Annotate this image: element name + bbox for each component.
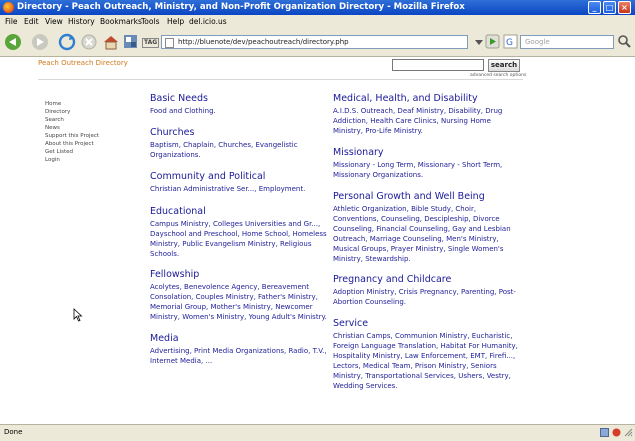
search-placeholder: Google — [525, 38, 550, 46]
category-heading[interactable]: Personal Growth and Well Being — [333, 191, 521, 203]
go-icon[interactable] — [485, 34, 500, 49]
svg-text:G: G — [506, 38, 513, 48]
menu-edit[interactable]: Edit — [24, 15, 39, 29]
forward-arrow-icon[interactable] — [30, 33, 50, 51]
category-links[interactable]: Adoption Ministry, Crisis Pregnancy, Par… — [333, 287, 521, 307]
category-links[interactable]: A.I.D.S. Outreach, Deaf Ministry, Disabi… — [333, 106, 521, 136]
window-titlebar[interactable]: Directory - Peach Outreach, Ministry, an… — [0, 0, 635, 15]
category-heading[interactable]: Churches — [150, 127, 332, 139]
category-missionary: Missionary Missionary - Long Term, Missi… — [333, 147, 521, 180]
maximize-icon[interactable]: □ — [603, 1, 616, 14]
category-heading[interactable]: Service — [333, 318, 521, 330]
site-search-button[interactable]: search — [488, 59, 520, 72]
category-links[interactable]: Christian Camps, Communion Ministry, Euc… — [333, 331, 521, 391]
stop-icon[interactable] — [80, 33, 98, 51]
nav-directory[interactable]: Directory — [45, 108, 99, 116]
category-heading[interactable]: Pregnancy and Childcare — [333, 274, 521, 286]
nav-about[interactable]: About this Project — [45, 140, 99, 148]
menu-bookmarks[interactable]: Bookmarks — [100, 15, 142, 29]
category-heading[interactable]: Community and Political — [150, 171, 332, 183]
category-links[interactable]: Baptism, Chaplain, Churches, Evangelisti… — [150, 140, 332, 160]
category-community-political: Community and Political Christian Admini… — [150, 171, 332, 194]
search-engine-icon[interactable]: G — [503, 34, 518, 49]
category-heading[interactable]: Media — [150, 333, 332, 345]
adblock-icon[interactable] — [612, 428, 621, 437]
category-heading[interactable]: Basic Needs — [150, 93, 332, 105]
category-heading[interactable]: Educational — [150, 206, 332, 218]
nav-news[interactable]: News — [45, 124, 99, 132]
category-links[interactable]: Missionary - Long Term, Missionary - Sho… — [333, 160, 521, 180]
status-bar: Done — [0, 424, 635, 441]
category-medical-health: Medical, Health, and Disability A.I.D.S.… — [333, 93, 521, 136]
menu-help[interactable]: Help — [167, 15, 184, 29]
menu-view[interactable]: View — [45, 15, 63, 29]
nav-support[interactable]: Support this Project — [45, 132, 99, 140]
page-icon — [165, 38, 174, 48]
category-fellowship: Fellowship Acolytes, Benevolence Agency,… — [150, 269, 332, 322]
menu-bar: File Edit View History Bookmarks Tools H… — [0, 15, 635, 29]
category-educational: Educational Campus Ministry, Colleges Un… — [150, 206, 332, 259]
site-brand[interactable]: Peach Outreach Directory — [38, 59, 128, 67]
nav-home[interactable]: Home — [45, 100, 99, 108]
category-heading[interactable]: Missionary — [333, 147, 521, 159]
browser-search-input[interactable]: Google — [520, 35, 614, 49]
category-links[interactable]: Athletic Organization, Bible Study, Choi… — [333, 204, 521, 264]
page-content: Peach Outreach Directory search advanced… — [0, 57, 635, 424]
site-nav: Home Directory Search News Support this … — [45, 100, 99, 164]
nav-login[interactable]: Login — [45, 156, 99, 164]
status-text: Done — [4, 428, 23, 436]
window-title: Directory - Peach Outreach, Ministry, an… — [17, 2, 465, 12]
menu-file[interactable]: File — [5, 15, 18, 29]
home-icon[interactable] — [102, 33, 120, 51]
menu-history[interactable]: History — [68, 15, 95, 29]
category-links[interactable]: Campus Ministry, Colleges Universities a… — [150, 219, 332, 259]
category-links[interactable]: Acolytes, Benevolence Agency, Bereavemen… — [150, 282, 332, 322]
url-bar[interactable]: http://bluenote/dev/peachoutreach/direct… — [161, 35, 468, 49]
dropdown-arrow-icon[interactable] — [472, 35, 486, 49]
category-heading[interactable]: Medical, Health, and Disability — [333, 93, 521, 105]
reload-icon[interactable] — [58, 33, 76, 51]
category-links[interactable]: Advertising, Print Media Organizations, … — [150, 346, 332, 366]
tag-icon[interactable]: TAG — [142, 38, 160, 48]
advanced-search-link[interactable]: advanced search options — [470, 73, 526, 78]
url-text: http://bluenote/dev/peachoutreach/direct… — [178, 38, 349, 46]
menu-tools[interactable]: Tools — [141, 15, 159, 29]
category-links[interactable]: Food and Clothing. — [150, 106, 332, 116]
minimize-icon[interactable]: _ — [588, 1, 601, 14]
close-icon[interactable]: × — [618, 1, 631, 14]
search-icon[interactable] — [617, 34, 632, 49]
nav-get-listed[interactable]: Get Listed — [45, 148, 99, 156]
mouse-cursor-icon — [73, 308, 83, 322]
header-divider — [38, 79, 523, 80]
bookmark-icon[interactable] — [123, 34, 138, 49]
category-personal-growth: Personal Growth and Well Being Athletic … — [333, 191, 521, 264]
resize-grip-icon[interactable] — [624, 428, 633, 437]
site-search-input[interactable] — [392, 59, 484, 71]
firefox-icon — [3, 2, 14, 13]
category-links[interactable]: Christian Administrative Ser..., Employm… — [150, 184, 332, 194]
back-arrow-icon[interactable] — [3, 33, 23, 51]
category-service: Service Christian Camps, Communion Minis… — [333, 318, 521, 391]
script-status-icon[interactable] — [600, 428, 609, 437]
category-churches: Churches Baptism, Chaplain, Churches, Ev… — [150, 127, 332, 160]
menu-delicious[interactable]: del.icio.us — [189, 15, 227, 29]
category-heading[interactable]: Fellowship — [150, 269, 332, 281]
category-basic-needs: Basic Needs Food and Clothing. — [150, 93, 332, 116]
category-media: Media Advertising, Print Media Organizat… — [150, 333, 332, 366]
category-pregnancy-childcare: Pregnancy and Childcare Adoption Ministr… — [333, 274, 521, 307]
nav-search[interactable]: Search — [45, 116, 99, 124]
